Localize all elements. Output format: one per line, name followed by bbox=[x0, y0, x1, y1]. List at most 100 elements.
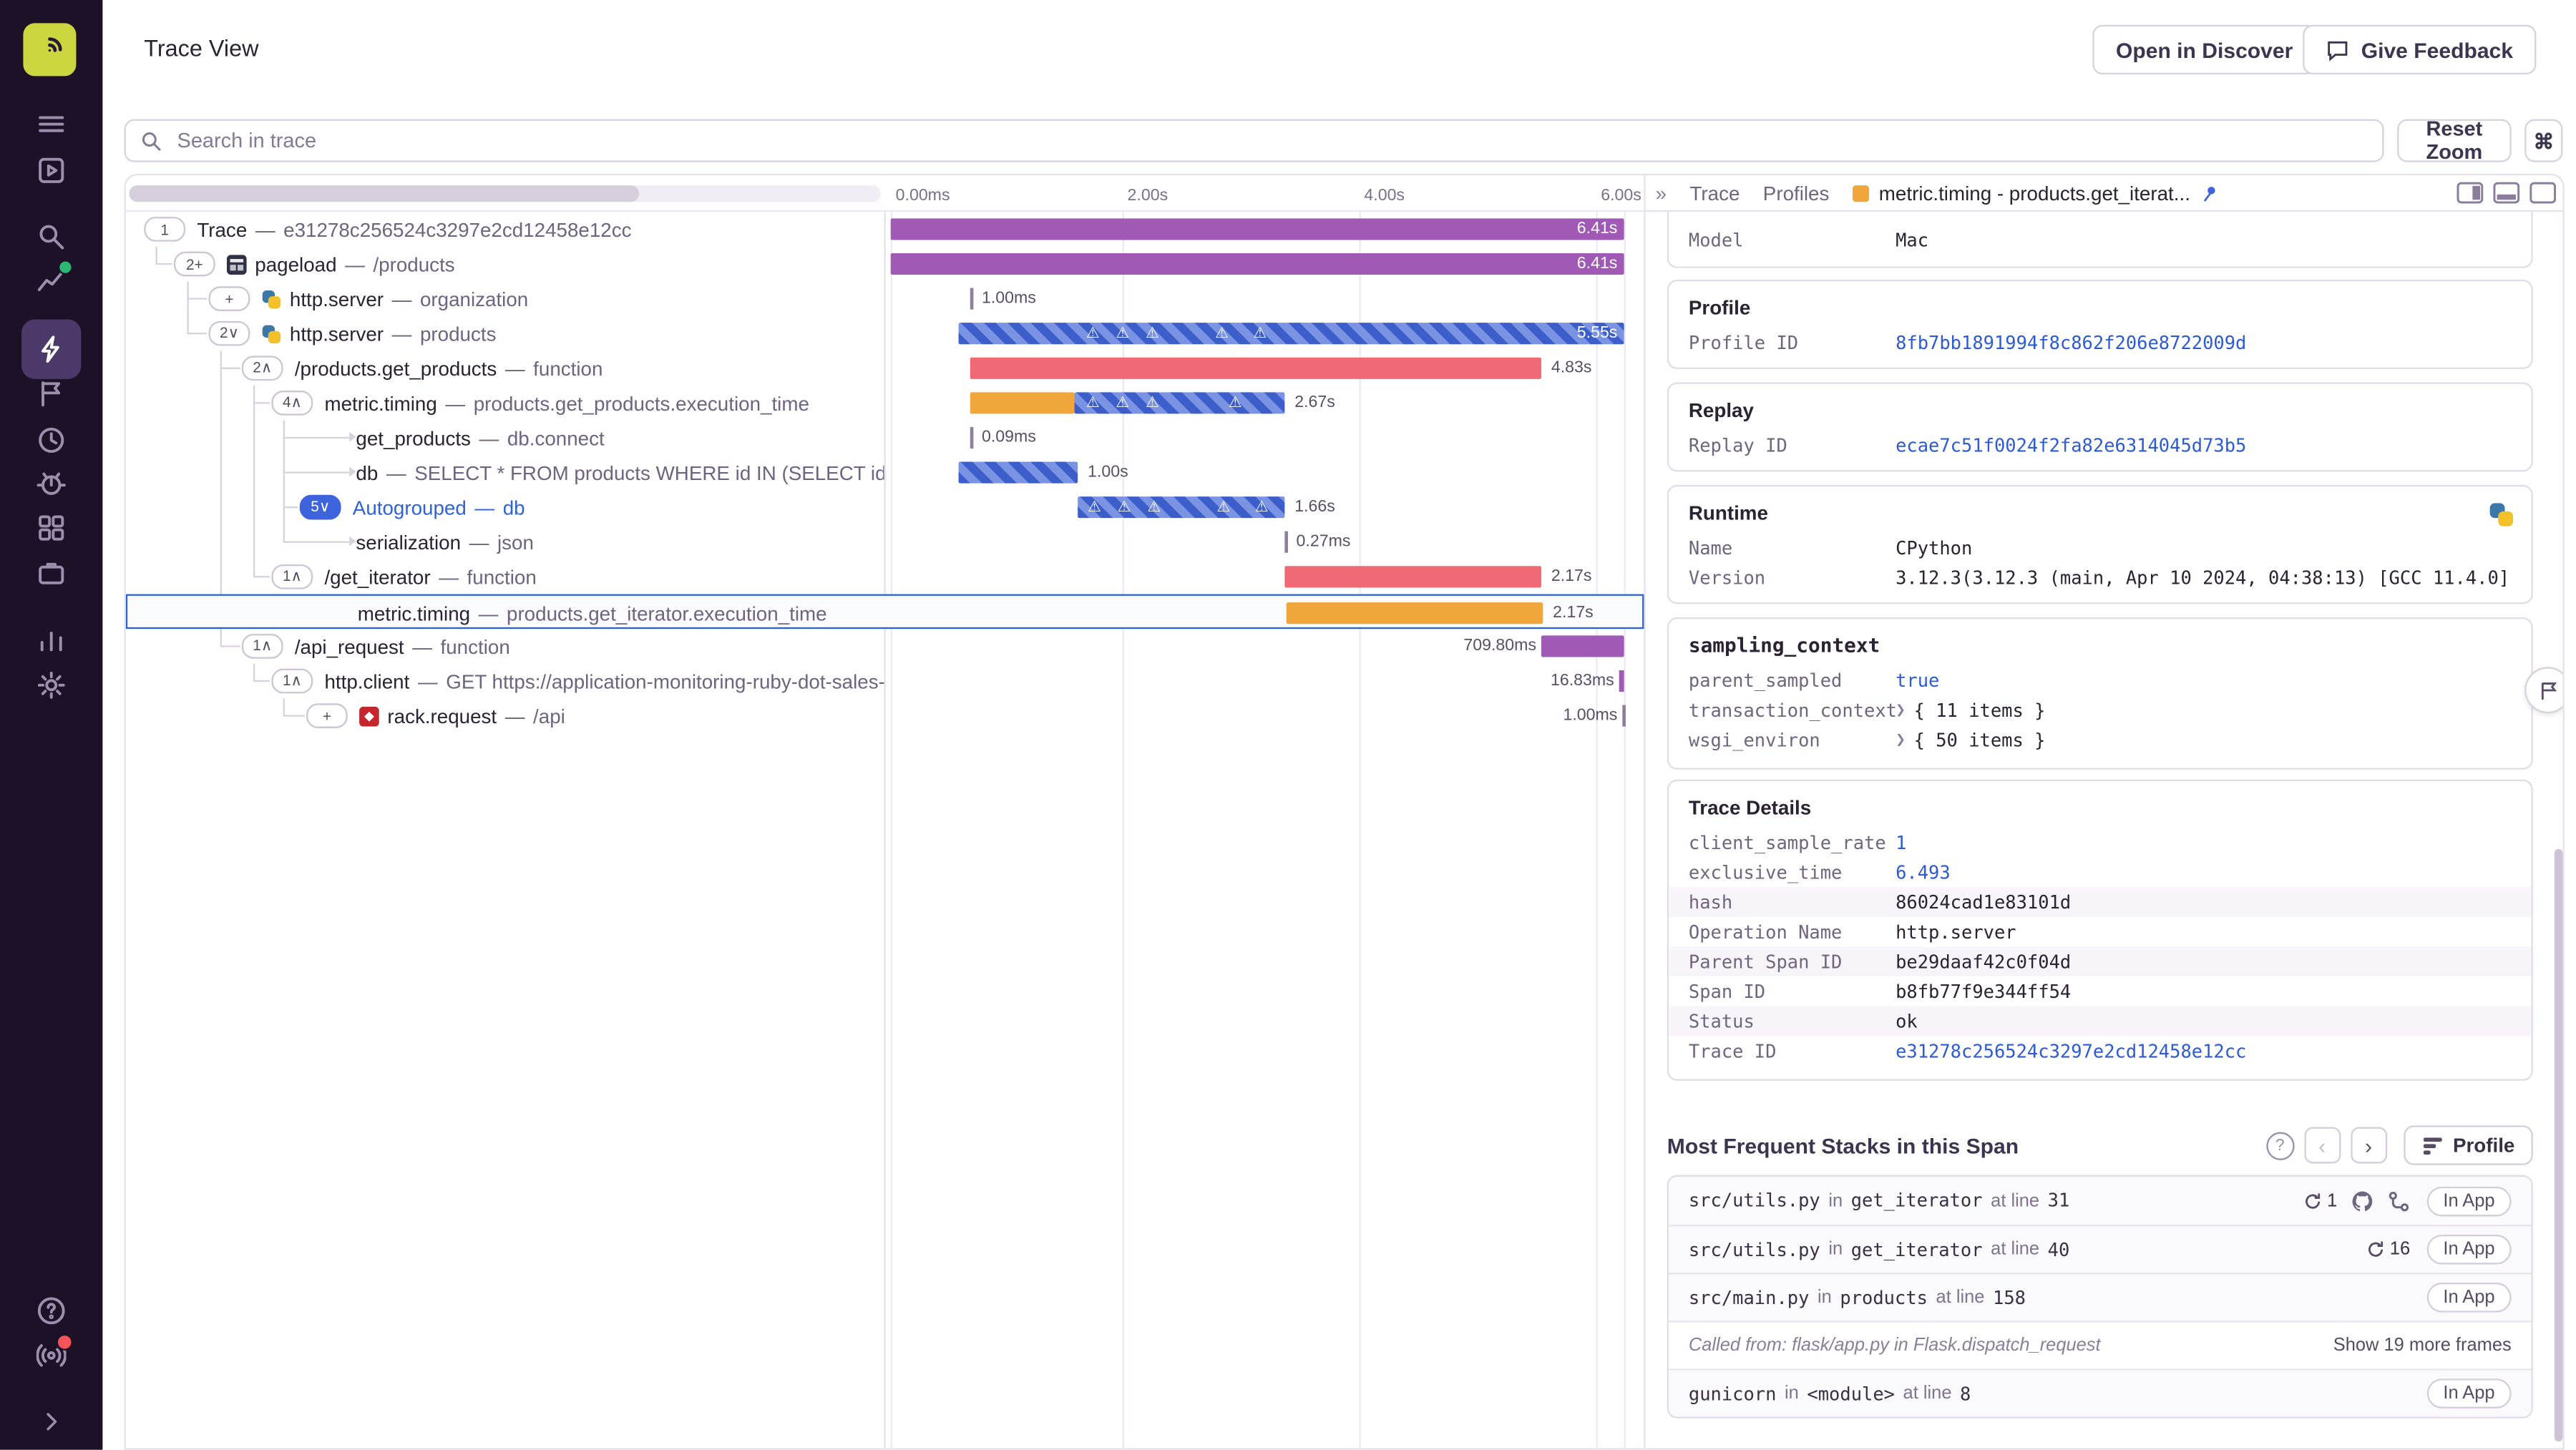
sidebar-item-settings[interactable] bbox=[33, 667, 69, 703]
show-more-frames-link[interactable]: Show 19 more frames bbox=[2333, 1336, 2512, 1356]
sidebar-item-whats-new[interactable] bbox=[33, 1333, 73, 1373]
expand-badge[interactable]: 1∧ bbox=[271, 564, 313, 589]
span-bar[interactable]: 6.41s bbox=[890, 253, 1624, 275]
trace-row-api-request[interactable]: 1∧ /api_request — function 709.80ms bbox=[126, 629, 1644, 664]
expand-badge[interactable]: 2∨ bbox=[208, 320, 250, 346]
span-bar[interactable]: ⚠ ⚠ ⚠ ⚠ ⚠ 5.55s bbox=[958, 323, 1624, 345]
span-bar[interactable] bbox=[1541, 635, 1624, 657]
span-op: get_products bbox=[356, 426, 471, 450]
shortcut-button[interactable]: ⌘ bbox=[2524, 119, 2563, 162]
in-app-badge[interactable]: In App bbox=[2426, 1283, 2512, 1313]
trace-row-get-iterator-fn[interactable]: 1∧ /get_iterator — function 2.17s bbox=[126, 559, 1644, 594]
layout-right-icon[interactable] bbox=[2457, 182, 2484, 204]
expand-badge[interactable]: 2∧ bbox=[241, 356, 283, 381]
trace-row-http-client[interactable]: 1∧ http.client — GET https://application… bbox=[126, 664, 1644, 699]
span-bar[interactable] bbox=[970, 357, 1541, 379]
expand-badge[interactable]: + bbox=[208, 286, 250, 311]
trace-row-http-server-products[interactable]: 2∨ http.server — products ⚠ ⚠ ⚠ ⚠ ⚠ 5.55… bbox=[126, 316, 1644, 351]
in-app-badge[interactable]: In App bbox=[2426, 1185, 2512, 1216]
trace-row-metric-timing-iterator-selected[interactable]: metric.timing — products.get_iterator.ex… bbox=[125, 594, 1644, 630]
span-bar[interactable] bbox=[970, 392, 1075, 414]
span-bar-missing-instrumentation[interactable]: ⚠ ⚠ ⚠ ⚠ bbox=[1074, 392, 1285, 414]
span-bar[interactable] bbox=[1284, 566, 1541, 588]
sidebar-item-traces-active[interactable] bbox=[21, 319, 82, 379]
span-bar[interactable] bbox=[1622, 705, 1626, 727]
trace-row-db-select[interactable]: db — SELECT * FROM products WHERE id IN … bbox=[126, 455, 1644, 490]
sidebar-item-stats[interactable] bbox=[33, 260, 73, 300]
minimap-track[interactable] bbox=[129, 185, 881, 202]
expand-badge[interactable]: 1∧ bbox=[241, 634, 283, 659]
sentry-logo[interactable] bbox=[23, 23, 77, 77]
in-app-badge[interactable]: In App bbox=[2426, 1234, 2512, 1265]
in-app-badge[interactable]: In App bbox=[2426, 1378, 2512, 1409]
expand-drawer-icon[interactable]: » bbox=[1656, 181, 1667, 204]
source-link-icon[interactable] bbox=[2387, 1189, 2410, 1212]
autogroup-badge[interactable]: 5∨ bbox=[299, 494, 341, 520]
span-bar[interactable] bbox=[970, 426, 974, 449]
span-bar[interactable] bbox=[1286, 602, 1543, 624]
span-bar[interactable] bbox=[1619, 670, 1624, 692]
replay-id-link[interactable]: ecae7c51f0024f2fa82e6314045d73b5 bbox=[1896, 434, 2246, 456]
stack-frame-row[interactable]: src/utils.py in get_iterator at line 31 … bbox=[1669, 1176, 2532, 1225]
expand-badge[interactable]: 2+ bbox=[173, 251, 215, 277]
minimap-handle[interactable] bbox=[129, 185, 640, 202]
sidebar-item-help[interactable] bbox=[33, 1293, 69, 1329]
span-bar[interactable] bbox=[958, 461, 1078, 484]
layout-full-icon[interactable] bbox=[2529, 182, 2557, 204]
search-input[interactable] bbox=[173, 127, 2368, 155]
expand-badge[interactable]: 4∧ bbox=[271, 391, 313, 416]
reset-zoom-button[interactable]: Reset Zoom bbox=[2397, 117, 2512, 164]
open-profile-button[interactable]: Profile bbox=[2403, 1125, 2533, 1165]
stack-frame-row[interactable]: src/utils.py in get_iterator at line 40 … bbox=[1669, 1225, 2532, 1273]
trace-row-metric-timing-products[interactable]: 4∧ metric.timing — products.get_products… bbox=[126, 386, 1644, 421]
stack-frame-row[interactable]: src/main.py in products at line 158 In A… bbox=[1669, 1273, 2532, 1321]
expand-badge[interactable]: 1 bbox=[144, 217, 186, 242]
help-circle-icon[interactable]: ? bbox=[2265, 1131, 2294, 1160]
tab-span-details[interactable]: metric.timing - products.get_iterat... bbox=[1852, 181, 2220, 205]
span-bar[interactable] bbox=[970, 288, 974, 310]
tab-profiles[interactable]: Profiles bbox=[1763, 181, 1830, 204]
drawer-scrollbar[interactable] bbox=[2554, 848, 2563, 1442]
trace-row-db-connect[interactable]: get_products — db.connect 0.09ms bbox=[126, 421, 1644, 456]
page-title: Trace View bbox=[144, 34, 259, 62]
feedback-float-button[interactable] bbox=[2524, 667, 2563, 714]
trace-id-link[interactable]: e31278c256524c3297e2cd12458e12cc bbox=[1896, 1040, 2246, 1062]
expand-badge[interactable]: + bbox=[306, 703, 348, 728]
sidebar-item-replays[interactable] bbox=[33, 422, 69, 459]
span-bar[interactable]: ⚠ ⚠ ⚠ ⚠ ⚠ bbox=[1078, 496, 1285, 519]
sidebar-item-projects[interactable] bbox=[33, 152, 69, 189]
sampling-row: transaction_context ❯ { 11 items } bbox=[1688, 699, 2046, 721]
expand-badge[interactable]: 1∧ bbox=[271, 668, 313, 694]
span-bar[interactable]: 6.41s bbox=[890, 218, 1624, 240]
layout-bottom-icon[interactable] bbox=[2493, 182, 2520, 204]
trace-row-pageload[interactable]: 2+ pageload — /products 6.41s bbox=[126, 247, 1644, 282]
span-duration: 4.83s bbox=[1551, 359, 1592, 378]
trace-row-autogrouped[interactable]: 5∨ Autogrouped — db ⚠ ⚠ ⚠ ⚠ ⚠ 1.66s bbox=[126, 490, 1644, 525]
pin-icon[interactable] bbox=[2200, 183, 2220, 203]
trace-row-rack-request[interactable]: + rack.request — /api 1.00ms bbox=[126, 698, 1644, 733]
sidebar-item-dashboards[interactable] bbox=[33, 510, 69, 547]
github-icon[interactable] bbox=[2351, 1189, 2373, 1212]
sidebar-item-user-feedback[interactable] bbox=[33, 465, 69, 501]
trace-row-root[interactable]: 1 Trace — e31278c256524c3297e2cd12458e12… bbox=[126, 212, 1644, 247]
trace-row-get-products-fn[interactable]: 2∧ /products.get_products — function 4.8… bbox=[126, 351, 1644, 386]
expand-object-icon[interactable]: ❯ bbox=[1896, 730, 1906, 748]
expand-object-icon[interactable]: ❯ bbox=[1896, 701, 1906, 719]
stack-frame-row[interactable]: gunicorn in <module> at line 8 In App bbox=[1669, 1368, 2532, 1417]
sidebar-collapse[interactable] bbox=[33, 1404, 69, 1440]
span-op: pageload bbox=[255, 252, 337, 276]
tab-trace[interactable]: Trace bbox=[1689, 181, 1740, 204]
sidebar-item-organization[interactable] bbox=[33, 554, 69, 591]
stacks-next-button[interactable]: › bbox=[2350, 1127, 2387, 1164]
trace-row-serialization[interactable]: serialization — json 0.27ms bbox=[126, 524, 1644, 559]
sidebar-item-insights[interactable] bbox=[33, 622, 69, 659]
open-in-discover-button[interactable]: Open in Discover bbox=[2092, 24, 2316, 75]
span-bar[interactable] bbox=[1284, 531, 1288, 553]
give-feedback-button[interactable]: Give Feedback bbox=[2303, 24, 2537, 75]
sidebar-item-releases[interactable] bbox=[33, 376, 69, 412]
sidebar-item-issues[interactable] bbox=[33, 106, 69, 142]
sidebar-item-search[interactable] bbox=[33, 218, 69, 255]
trace-row-http-server-org[interactable]: + http.server — organization 1.00ms bbox=[126, 281, 1644, 316]
profile-id-link[interactable]: 8fb7bb1891994f8c862f206e8722009d bbox=[1896, 332, 2246, 353]
stacks-prev-button[interactable]: ‹ bbox=[2303, 1127, 2341, 1164]
